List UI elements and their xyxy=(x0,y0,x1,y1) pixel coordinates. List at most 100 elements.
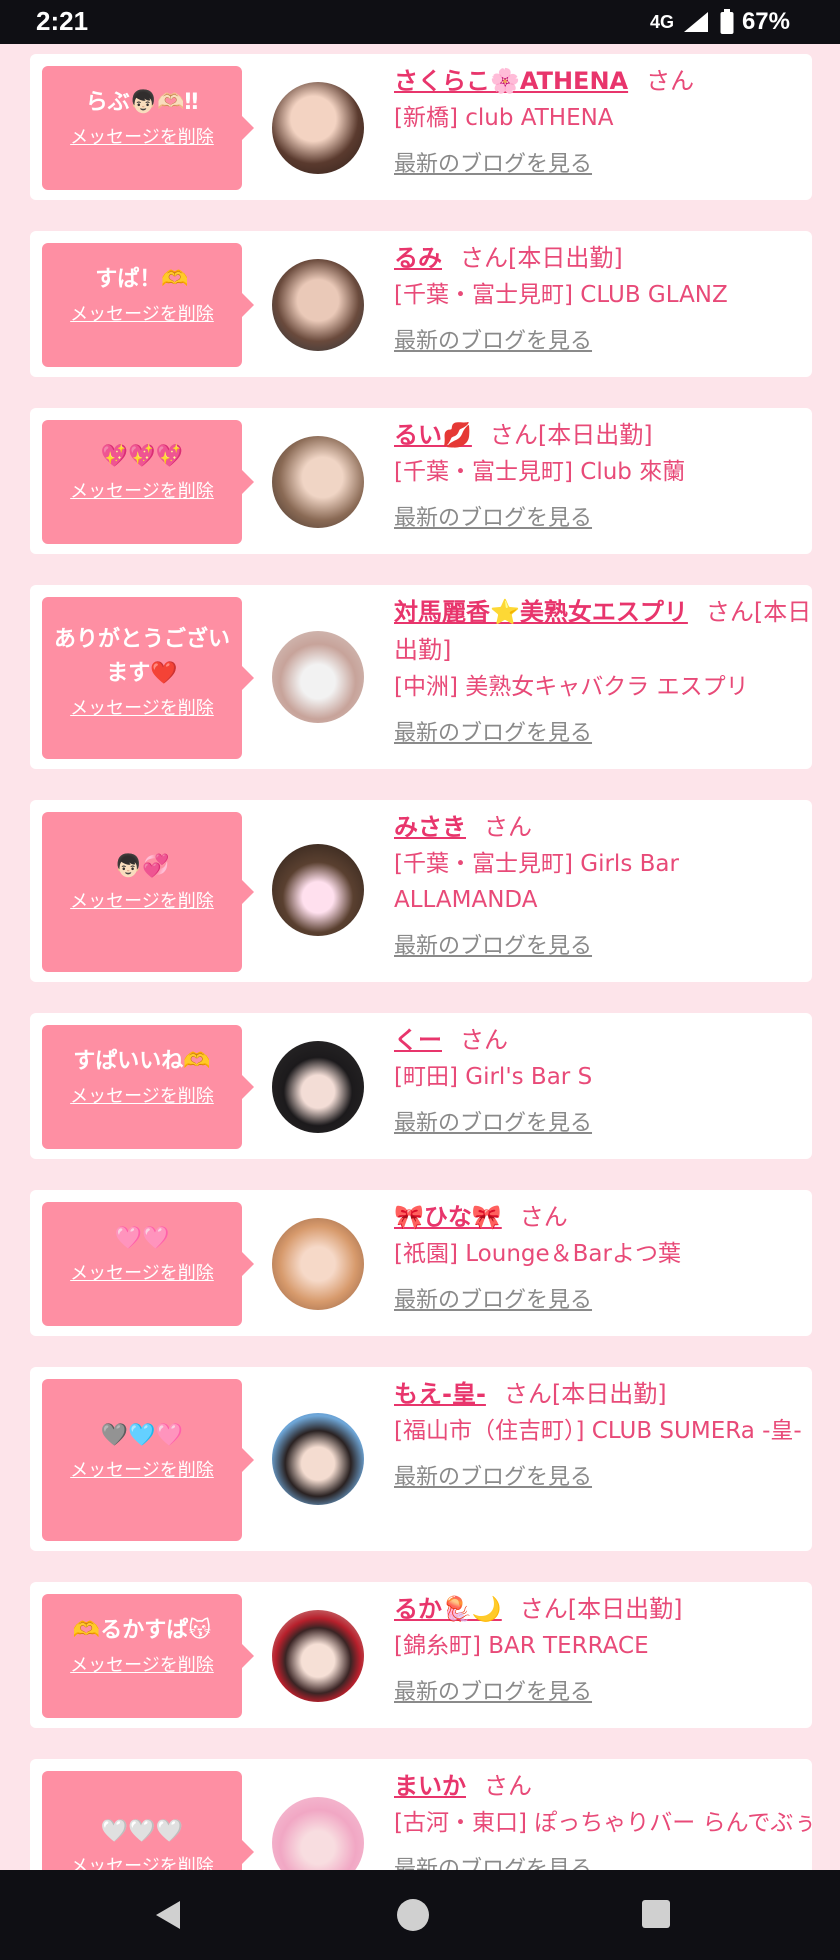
shop-name: [千葉・富士見町] Girls Bar ALLAMANDA xyxy=(394,851,679,913)
list-item: すぱいいね🫶 メッセージを削除 くー さん [町田] Girl's Bar S 最… xyxy=(30,1013,812,1159)
message-bubble: 🤍🤍🤍 メッセージを削除 xyxy=(42,1771,254,1870)
list-item: 🤍🤍🤍 メッセージを削除 まいか さん [古河・東口] ぽっちゃりバー らんでぶぅ… xyxy=(30,1759,816,1870)
honorific: さん[本日出勤] xyxy=(489,421,653,449)
view-blog-link[interactable]: 最新のブログを見る xyxy=(394,715,592,747)
message-bubble: ありがとうございます❤️ メッセージを削除 xyxy=(42,597,254,759)
honorific: さん xyxy=(460,1026,508,1054)
cast-name-link[interactable]: さくらこ🌸ATHENA xyxy=(394,67,628,95)
shop-name: [千葉・富士見町] CLUB GLANZ xyxy=(394,282,728,308)
message-text: 💖💖💖 xyxy=(100,444,184,469)
delete-message-link[interactable]: メッセージを削除 xyxy=(50,303,234,327)
message-bubble: 🩷🩷 メッセージを削除 xyxy=(42,1202,254,1326)
shop-name: [福山市（住吉町）] CLUB SUMERa -皇- xyxy=(394,1418,802,1444)
message-text: すぱいいね🫶 xyxy=(73,1049,211,1074)
honorific: さん xyxy=(646,67,695,95)
cast-name-link[interactable]: 🎀ひな🎀 xyxy=(394,1203,502,1231)
view-blog-link[interactable]: 最新のブログを見る xyxy=(394,500,592,532)
delete-message-link[interactable]: メッセージを削除 xyxy=(50,1459,234,1483)
delete-message-link[interactable]: メッセージを削除 xyxy=(50,697,234,721)
list-item: 💖💖💖 メッセージを削除 るい💋 さん[本日出勤] [千葉・富士見町] Club … xyxy=(30,408,812,554)
avatar[interactable] xyxy=(272,82,364,174)
signal-icon xyxy=(682,10,712,34)
network-type: 4G xyxy=(649,11,674,32)
cast-info: るみ さん[本日出勤] [千葉・富士見町] CLUB GLANZ 最新のブログを見… xyxy=(394,239,824,355)
delete-message-link[interactable]: メッセージを削除 xyxy=(50,480,234,504)
honorific: さん xyxy=(484,813,532,841)
cast-info: るい💋 さん[本日出勤] [千葉・富士見町] Club 來蘭 最新のブログを見る xyxy=(394,416,824,532)
delete-message-link[interactable]: メッセージを削除 xyxy=(50,1262,234,1286)
message-text: すぱ！🫶 xyxy=(95,267,189,292)
shop-name: [新橋] club ATHENA xyxy=(394,105,614,131)
cast-name-link[interactable]: るい💋 xyxy=(394,421,472,449)
message-bubble: 💖💖💖 メッセージを削除 xyxy=(42,420,254,544)
message-bubble: 🩶🩵🩷 メッセージを削除 xyxy=(42,1379,254,1541)
shop-name: [錦糸町] BAR TERRACE xyxy=(394,1633,649,1659)
cast-info: 対馬麗香⭐美熟女エスプリ さん[本日出勤] [中洲] 美熟女キャバクラ エスプリ … xyxy=(394,593,824,747)
cast-info: まいか さん [古河・東口] ぽっちゃりバー らんでぶぅ 最新のブログを見る xyxy=(394,1767,824,1870)
honorific: さん[本日出勤] xyxy=(503,1380,667,1408)
shop-name: [町田] Girl's Bar S xyxy=(394,1064,593,1090)
avatar[interactable] xyxy=(272,1797,364,1870)
message-bubble: すぱいいね🫶 メッセージを削除 xyxy=(42,1025,254,1149)
shop-name: [祇園] Lounge＆Barよつ葉 xyxy=(394,1241,681,1267)
cast-name-link[interactable]: るか🪼🌙 xyxy=(394,1595,502,1623)
delete-message-link[interactable]: メッセージを削除 xyxy=(50,126,234,150)
honorific: さん[本日出勤] xyxy=(460,244,623,272)
message-bubble: 🫶るかすぱ😽 メッセージを削除 xyxy=(42,1594,254,1718)
message-text: 🫶るかすぱ😽 xyxy=(72,1618,212,1643)
avatar[interactable] xyxy=(272,631,364,723)
avatar[interactable] xyxy=(272,1610,364,1702)
view-blog-link[interactable]: 最新のブログを見る xyxy=(394,323,592,355)
view-blog-link[interactable]: 最新のブログを見る xyxy=(394,146,592,178)
honorific: さん xyxy=(484,1772,532,1800)
list-item: ありがとうございます❤️ メッセージを削除 対馬麗香⭐美熟女エスプリ さん[本日出… xyxy=(30,585,812,769)
delete-message-link[interactable]: メッセージを削除 xyxy=(50,890,234,914)
avatar[interactable] xyxy=(272,1041,364,1133)
view-blog-link[interactable]: 最新のブログを見る xyxy=(394,928,592,960)
message-text: 🩷🩷 xyxy=(114,1226,170,1251)
avatar[interactable] xyxy=(272,844,364,936)
avatar[interactable] xyxy=(272,436,364,528)
cast-name-link[interactable]: 対馬麗香⭐美熟女エスプリ xyxy=(394,598,688,626)
shop-name: [千葉・富士見町] Club 來蘭 xyxy=(394,459,686,485)
view-blog-link[interactable]: 最新のブログを見る xyxy=(394,1282,592,1314)
message-list[interactable]: らぶ👦🏻🫶🏻‼ メッセージを削除 さくらこ🌸ATHENA さん [新橋] club… xyxy=(0,44,840,1870)
cast-name-link[interactable]: くー xyxy=(394,1026,442,1054)
list-item: 🩶🩵🩷 メッセージを削除 もえ-皇- さん[本日出勤] [福山市（住吉町）] CL… xyxy=(30,1367,812,1551)
status-time: 2:21 xyxy=(36,6,89,36)
home-icon[interactable] xyxy=(396,1898,430,1936)
message-bubble: すぱ！🫶 メッセージを削除 xyxy=(42,243,254,367)
cast-info: もえ-皇- さん[本日出勤] [福山市（住吉町）] CLUB SUMERa -皇-… xyxy=(394,1375,824,1491)
list-item: すぱ！🫶 メッセージを削除 るみ さん[本日出勤] [千葉・富士見町] CLUB … xyxy=(30,231,812,377)
view-blog-link[interactable]: 最新のブログを見る xyxy=(394,1105,592,1137)
message-bubble: らぶ👦🏻🫶🏻‼ メッセージを削除 xyxy=(42,66,254,190)
cast-info: るか🪼🌙 さん[本日出勤] [錦糸町] BAR TERRACE 最新のブログを見る xyxy=(394,1590,824,1706)
view-blog-link[interactable]: 最新のブログを見る xyxy=(394,1674,592,1706)
list-item: 🫶るかすぱ😽 メッセージを削除 るか🪼🌙 さん[本日出勤] [錦糸町] BAR T… xyxy=(30,1582,812,1728)
message-text: 🩶🩵🩷 xyxy=(100,1423,184,1448)
system-nav-bar xyxy=(0,1870,840,1960)
status-icons: 4G 67% xyxy=(650,8,790,36)
delete-message-link[interactable]: メッセージを削除 xyxy=(50,1855,234,1870)
list-item: 👦🏻💞 メッセージを削除 みさき さん [千葉・富士見町] Girls Bar A… xyxy=(30,800,812,982)
cast-info: さくらこ🌸ATHENA さん [新橋] club ATHENA 最新のブログを見る xyxy=(394,62,824,178)
cast-info: みさき さん [千葉・富士見町] Girls Bar ALLAMANDA 最新のブ… xyxy=(394,808,824,960)
cast-name-link[interactable]: もえ-皇- xyxy=(394,1380,486,1408)
view-blog-link[interactable]: 最新のブログを見る xyxy=(394,1459,592,1491)
message-text: 🤍🤍🤍 xyxy=(100,1819,184,1844)
delete-message-link[interactable]: メッセージを削除 xyxy=(50,1085,234,1109)
honorific: さん[本日出勤] xyxy=(519,1595,683,1623)
avatar[interactable] xyxy=(272,1218,364,1310)
cast-name-link[interactable]: みさき xyxy=(394,813,466,841)
avatar[interactable] xyxy=(272,259,364,351)
back-icon[interactable] xyxy=(152,1898,186,1936)
message-text: 👦🏻💞 xyxy=(114,854,170,879)
delete-message-link[interactable]: メッセージを削除 xyxy=(50,1654,234,1678)
view-blog-link[interactable]: 最新のブログを見る xyxy=(394,1851,592,1870)
cast-name-link[interactable]: るみ xyxy=(394,244,442,272)
recents-icon[interactable] xyxy=(640,1898,672,1934)
cast-name-link[interactable]: まいか xyxy=(394,1772,466,1800)
cast-info: くー さん [町田] Girl's Bar S 最新のブログを見る xyxy=(394,1021,824,1137)
honorific: さん xyxy=(519,1203,568,1231)
avatar[interactable] xyxy=(272,1413,364,1505)
